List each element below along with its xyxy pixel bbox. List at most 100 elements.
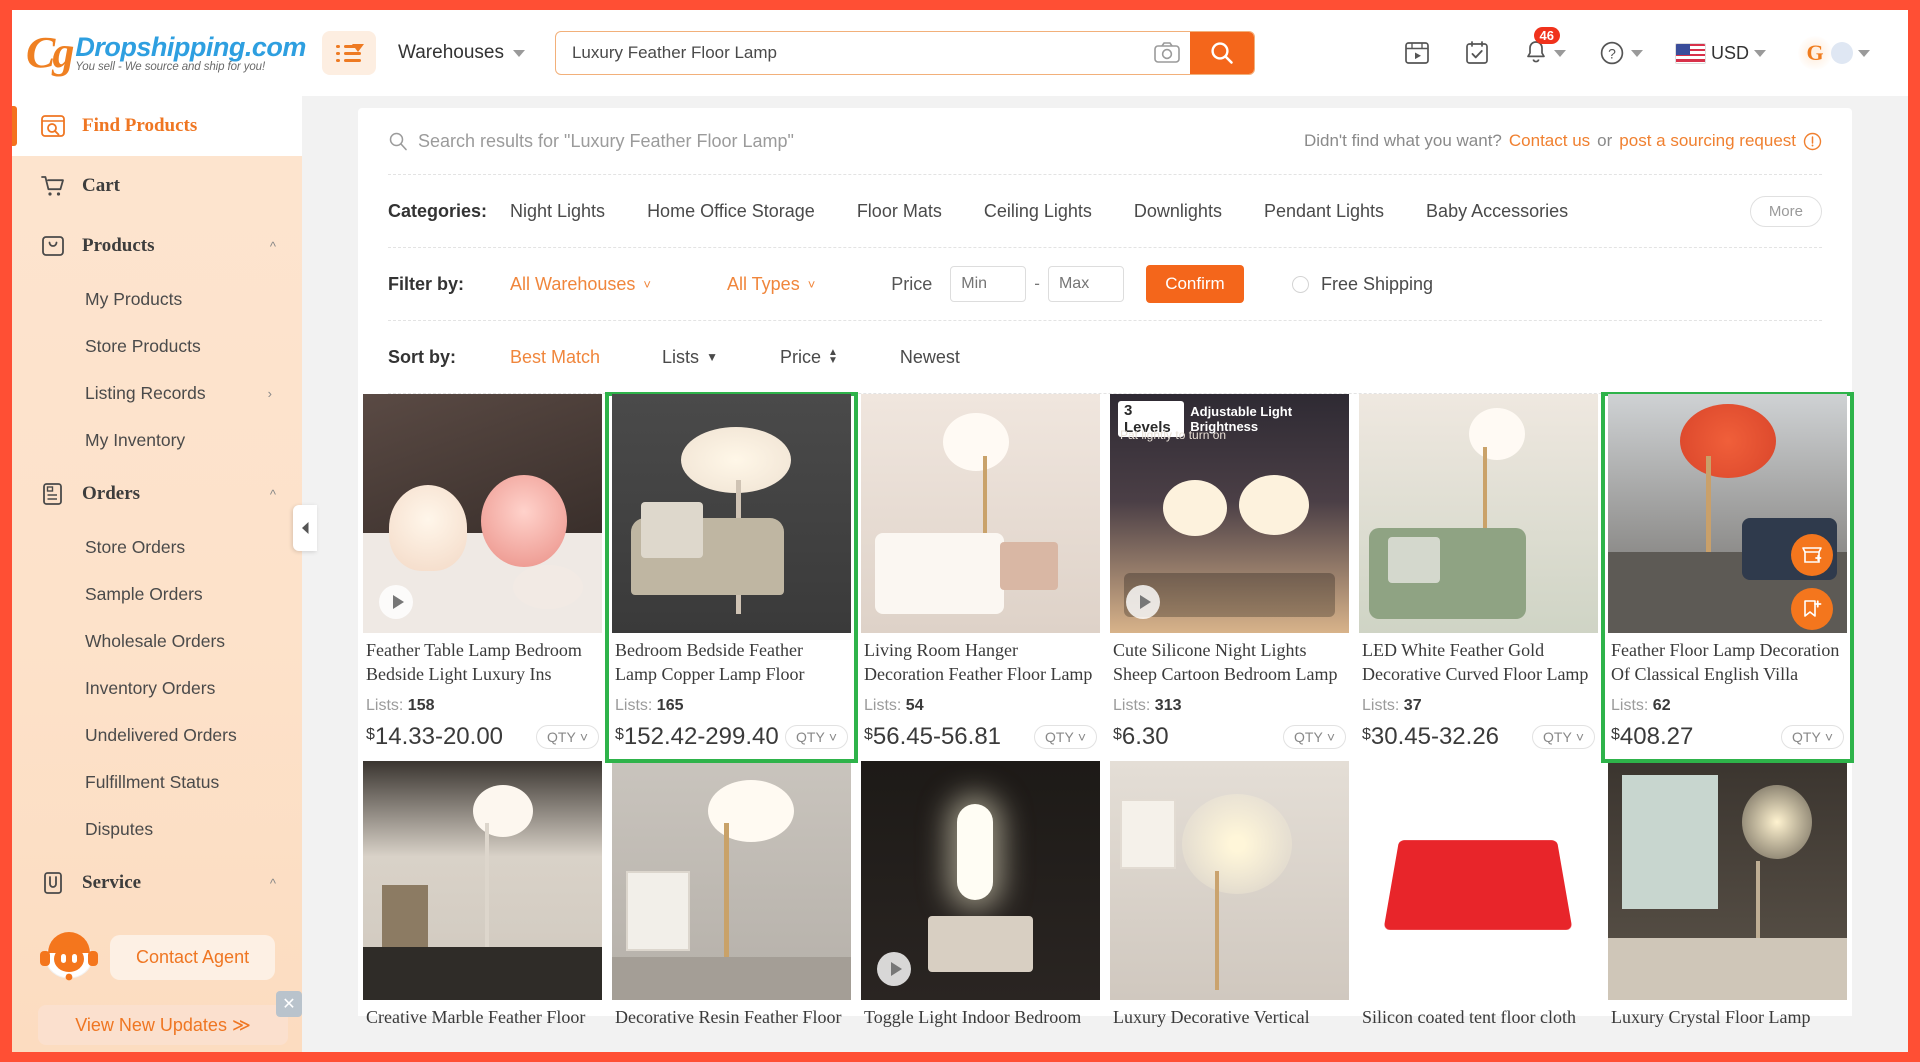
types-filter-dropdown[interactable]: All Types ˅ bbox=[727, 274, 815, 295]
play-video-button[interactable] bbox=[877, 952, 911, 986]
video-tutorial-button[interactable] bbox=[1387, 39, 1447, 67]
sidebar-item-service[interactable]: Service ^ bbox=[12, 853, 302, 913]
product-card[interactable]: Toggle Light Indoor Bedroom bbox=[856, 761, 1105, 1027]
search-input[interactable] bbox=[555, 43, 1144, 63]
info-circle-icon[interactable] bbox=[1803, 132, 1822, 151]
qty-dropdown[interactable]: QTY ˅ bbox=[536, 725, 599, 749]
price-max-input[interactable] bbox=[1047, 266, 1124, 302]
free-shipping-label[interactable]: Free Shipping bbox=[1321, 274, 1433, 295]
product-card[interactable]: Creative Marble Feather Floor bbox=[358, 761, 607, 1027]
close-icon[interactable]: ✕ bbox=[276, 991, 302, 1017]
category-floor-mats[interactable]: Floor Mats bbox=[857, 201, 942, 222]
sidebar-item-orders[interactable]: Orders ^ bbox=[12, 464, 302, 524]
product-image[interactable] bbox=[612, 394, 851, 633]
category-downlights[interactable]: Downlights bbox=[1134, 201, 1222, 222]
product-image[interactable] bbox=[1110, 761, 1349, 1000]
search-box[interactable] bbox=[554, 31, 1255, 75]
sidebar-item-undelivered-orders[interactable]: Undelivered Orders bbox=[12, 712, 302, 759]
confirm-button[interactable]: Confirm bbox=[1145, 265, 1244, 303]
sidebar-item-sample-orders[interactable]: Sample Orders bbox=[12, 571, 302, 618]
contact-agent-button[interactable]: Contact Agent bbox=[110, 934, 276, 980]
product-image[interactable] bbox=[1359, 761, 1598, 1000]
currency-selector[interactable]: USD bbox=[1659, 42, 1782, 64]
qty-dropdown[interactable]: QTY ˅ bbox=[1781, 725, 1844, 749]
category-baby-accessories[interactable]: Baby Accessories bbox=[1426, 201, 1568, 222]
product-image[interactable]: 3 Levels Adjustable Light Brightness Pat… bbox=[1110, 394, 1349, 633]
sort-lists[interactable]: Lists ▼ bbox=[662, 347, 718, 368]
tasks-button[interactable] bbox=[1447, 39, 1507, 67]
sidebar-item-listing-records[interactable]: Listing Records › bbox=[12, 370, 302, 417]
sidebar-item-fulfillment-status[interactable]: Fulfillment Status bbox=[12, 759, 302, 806]
qty-dropdown[interactable]: QTY ˅ bbox=[1532, 725, 1595, 749]
product-card[interactable]: Silicon coated tent floor cloth bbox=[1354, 761, 1603, 1027]
sort-best-match[interactable]: Best Match bbox=[510, 347, 600, 368]
product-image[interactable] bbox=[1608, 394, 1847, 633]
user-account-menu[interactable]: G bbox=[1782, 36, 1886, 70]
notifications-button[interactable]: 46 bbox=[1507, 27, 1582, 67]
chevron-down-icon: ˅ bbox=[1077, 729, 1086, 745]
sidebar-item-inventory-orders[interactable]: Inventory Orders bbox=[12, 665, 302, 712]
sidebar-item-store-products[interactable]: Store Products bbox=[12, 323, 302, 370]
chevron-up-icon[interactable]: ^ bbox=[270, 487, 276, 502]
help-button[interactable]: ? bbox=[1582, 39, 1659, 67]
search-results-header: Search results for "Luxury Feather Floor… bbox=[358, 108, 1852, 174]
search-submit-button[interactable] bbox=[1189, 32, 1254, 74]
sidebar-item-my-products[interactable]: My Products bbox=[12, 276, 302, 323]
product-image[interactable] bbox=[612, 761, 851, 1000]
qty-dropdown[interactable]: QTY ˅ bbox=[785, 725, 848, 749]
product-title: Feather Table Lamp Bedroom Bedside Light… bbox=[366, 640, 582, 684]
product-card[interactable]: Luxury Crystal Floor Lamp Retro bbox=[1603, 761, 1852, 1027]
price-filter-label: Price bbox=[891, 273, 933, 294]
product-card[interactable]: 3 Levels Adjustable Light Brightness Pat… bbox=[1105, 394, 1354, 761]
sort-newest[interactable]: Newest bbox=[900, 347, 960, 368]
category-home-office-storage[interactable]: Home Office Storage bbox=[647, 201, 815, 222]
post-sourcing-request-link[interactable]: post a sourcing request bbox=[1619, 131, 1796, 151]
sidebar-item-find-products[interactable]: Find Products bbox=[12, 96, 302, 156]
lists-label: Lists: bbox=[366, 697, 404, 714]
product-card[interactable]: LED White Feather Gold Decorative Curved… bbox=[1354, 394, 1603, 761]
chevron-up-icon[interactable]: ^ bbox=[270, 239, 276, 254]
service-icon bbox=[40, 870, 66, 896]
camera-search-button[interactable] bbox=[1144, 32, 1190, 74]
play-video-button[interactable] bbox=[1126, 585, 1160, 619]
product-card[interactable]: Living Room Hanger Decoration Feather Fl… bbox=[856, 394, 1105, 761]
collapse-sidebar-button[interactable] bbox=[293, 505, 317, 551]
category-ceiling-lights[interactable]: Ceiling Lights bbox=[984, 201, 1092, 222]
contact-us-link[interactable]: Contact us bbox=[1509, 131, 1590, 151]
product-image[interactable] bbox=[1608, 761, 1847, 1000]
play-video-button[interactable] bbox=[379, 585, 413, 619]
view-new-updates-banner[interactable]: View New Updates ≫ ✕ bbox=[38, 991, 302, 1045]
categories-more-button[interactable]: More bbox=[1749, 195, 1822, 227]
sidebar-item-disputes[interactable]: Disputes bbox=[12, 806, 302, 853]
price-min-input[interactable] bbox=[950, 266, 1027, 302]
qty-dropdown[interactable]: QTY ˅ bbox=[1283, 725, 1346, 749]
product-image[interactable] bbox=[1359, 394, 1598, 633]
product-card-highlighted[interactable]: Bedroom Bedside Feather Lamp Copper Lamp… bbox=[605, 392, 858, 763]
sidebar-item-my-inventory[interactable]: My Inventory bbox=[12, 417, 302, 464]
product-card[interactable]: Decorative Resin Feather Floor bbox=[607, 761, 856, 1027]
sidebar-item-products[interactable]: Products ^ bbox=[12, 216, 302, 276]
product-card[interactable]: Feather Table Lamp Bedroom Bedside Light… bbox=[358, 394, 607, 761]
product-price: $14.33-20.00 bbox=[366, 723, 503, 751]
product-image[interactable] bbox=[363, 761, 602, 1000]
product-card-highlighted[interactable]: Feather Floor Lamp Decoration Of Classic… bbox=[1601, 392, 1854, 763]
category-pendant-lights[interactable]: Pendant Lights bbox=[1264, 201, 1384, 222]
product-image[interactable] bbox=[861, 394, 1100, 633]
warehouse-filter-dropdown[interactable]: All Warehouses ˅ bbox=[510, 274, 651, 295]
product-image[interactable] bbox=[861, 761, 1100, 1000]
add-to-list-icon[interactable] bbox=[1791, 588, 1833, 630]
category-menu-button[interactable] bbox=[322, 31, 376, 75]
free-shipping-radio[interactable] bbox=[1291, 275, 1309, 293]
qty-dropdown[interactable]: QTY ˅ bbox=[1034, 725, 1097, 749]
brand-logo[interactable]: Cg Dropshipping.com You sell - We source… bbox=[12, 31, 322, 75]
category-night-lights[interactable]: Night Lights bbox=[510, 201, 605, 222]
product-card[interactable]: Luxury Decorative Vertical Crystal bbox=[1105, 761, 1354, 1027]
chevron-up-icon[interactable]: ^ bbox=[270, 876, 276, 891]
sidebar-item-wholesale-orders[interactable]: Wholesale Orders bbox=[12, 618, 302, 665]
sort-price[interactable]: Price ▲ ▼ bbox=[780, 347, 838, 368]
warehouse-scope-dropdown[interactable]: Warehouses bbox=[398, 42, 525, 64]
sidebar-item-cart[interactable]: Cart bbox=[12, 156, 302, 216]
product-image[interactable] bbox=[363, 394, 602, 633]
sidebar-item-store-orders[interactable]: Store Orders bbox=[12, 524, 302, 571]
add-to-store-icon[interactable] bbox=[1791, 534, 1833, 576]
